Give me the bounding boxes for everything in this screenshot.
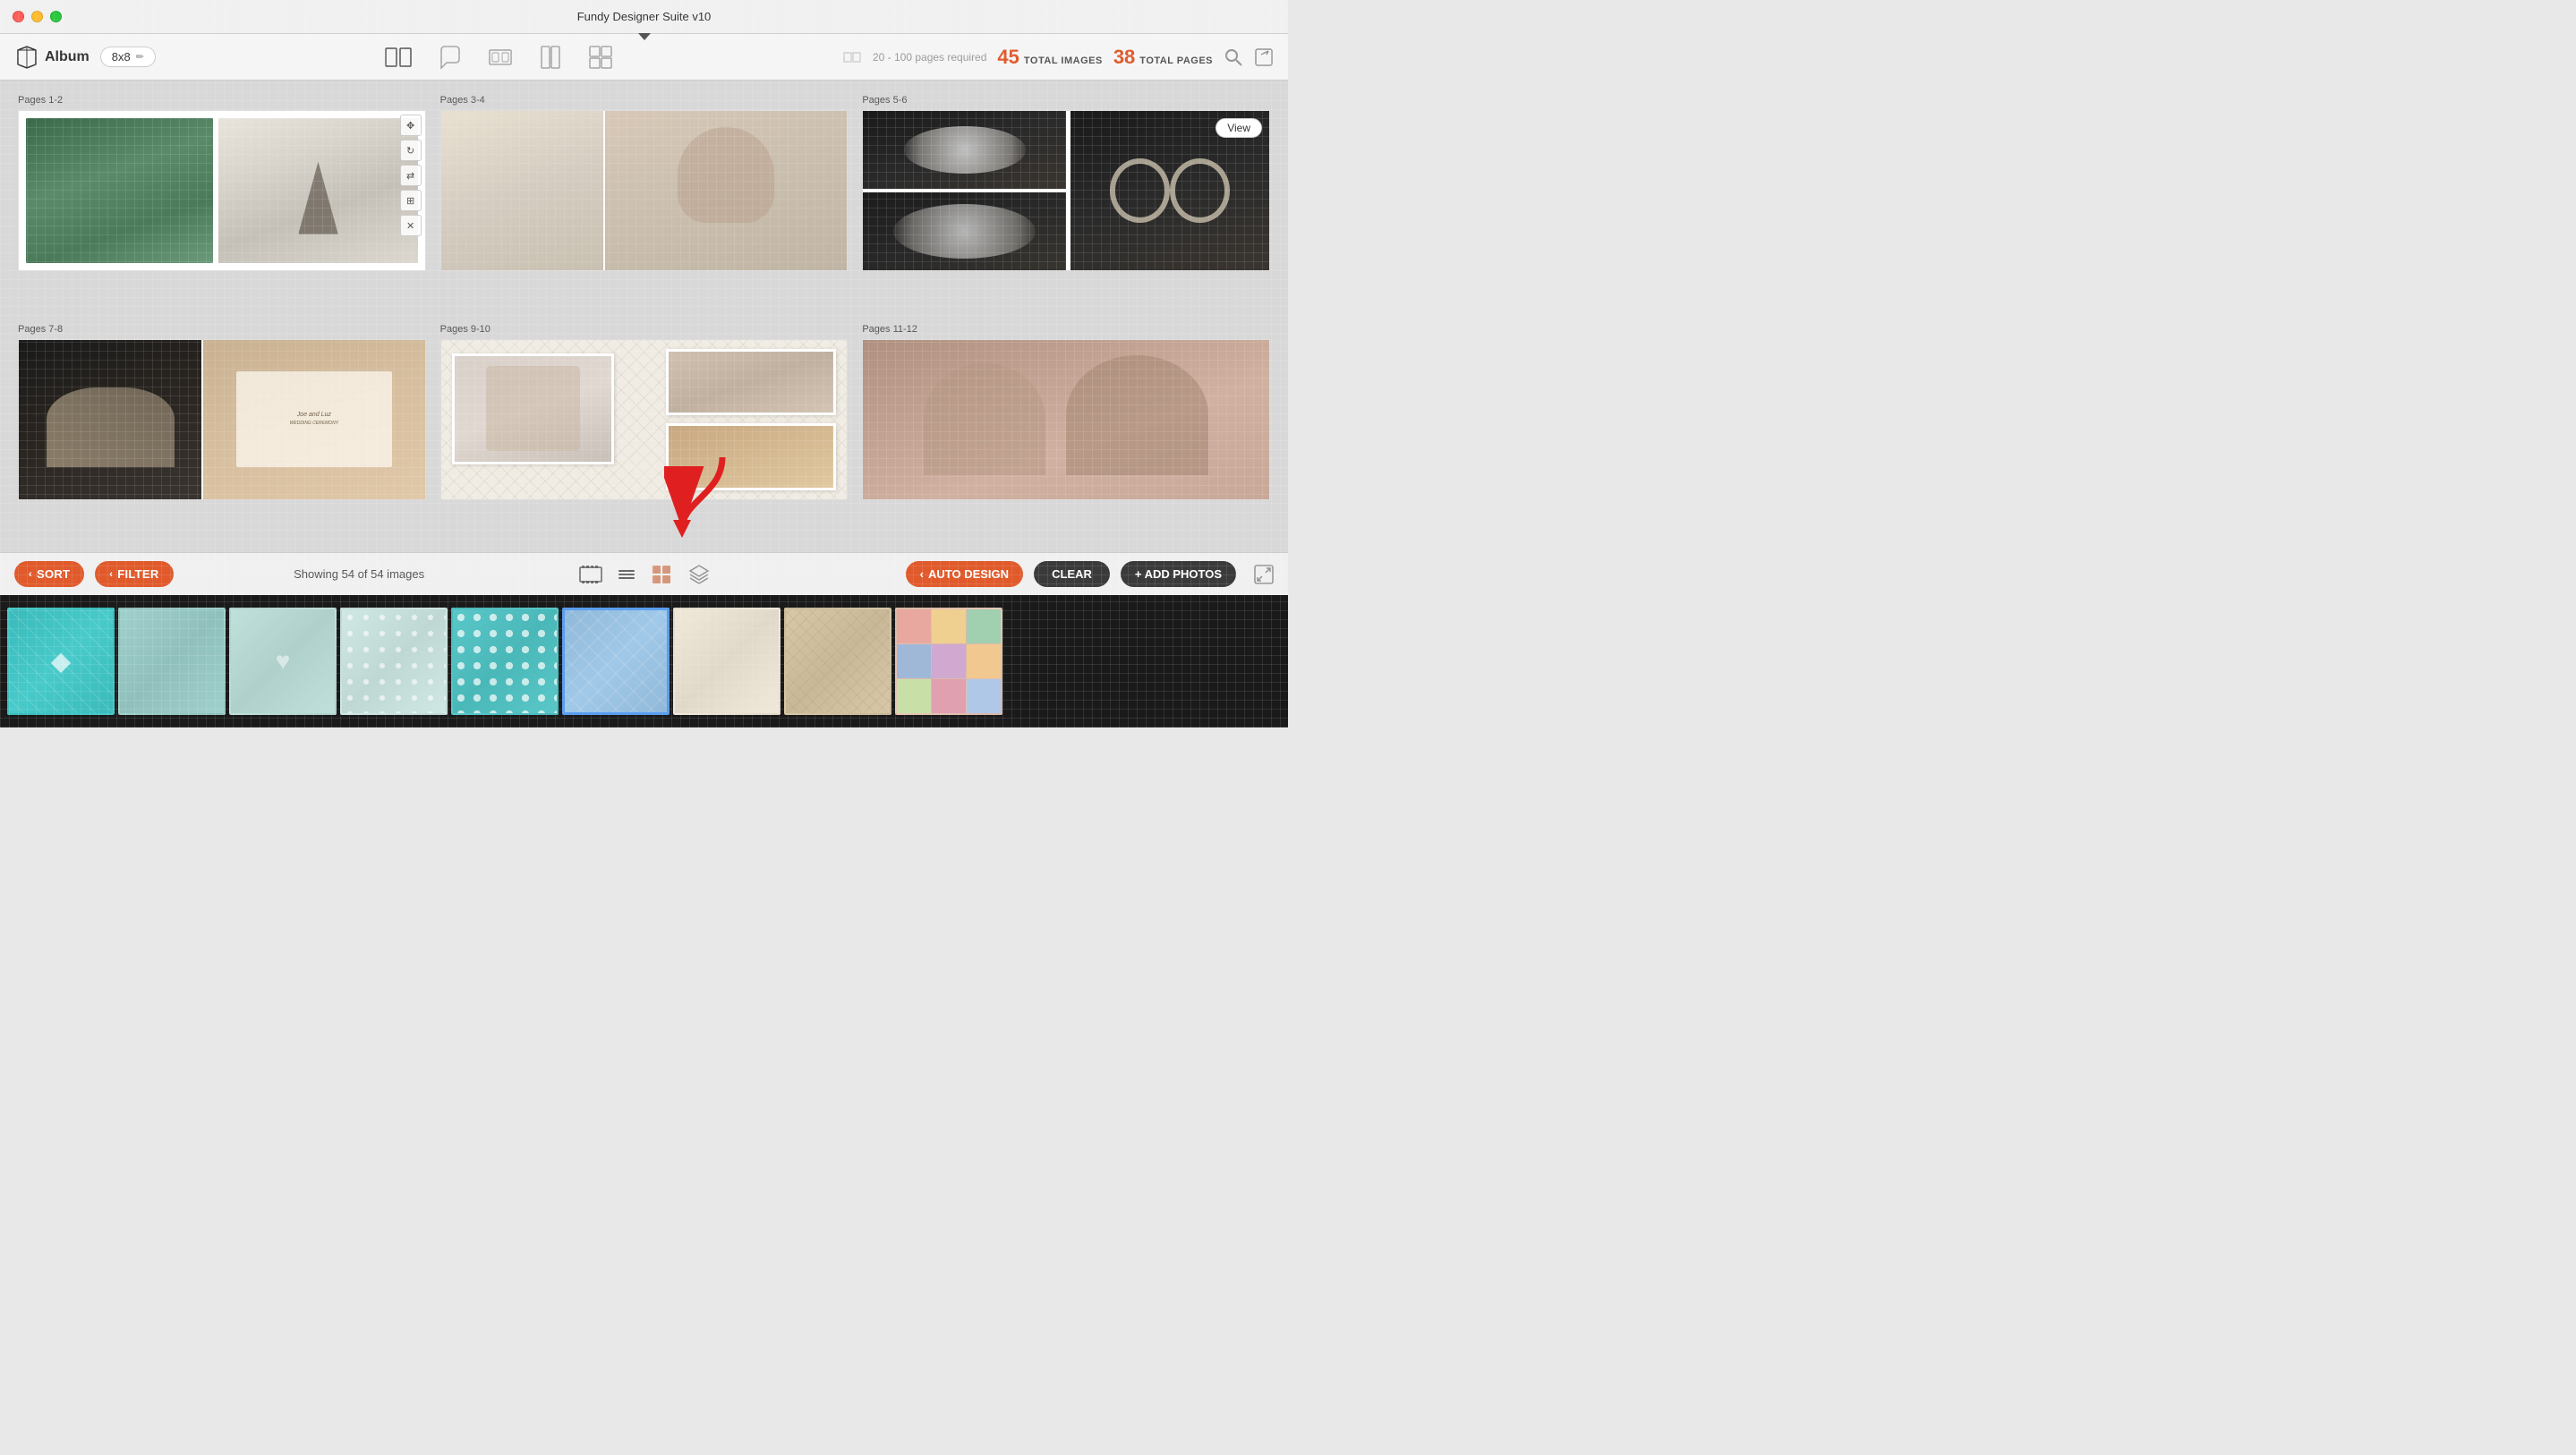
close-icon[interactable]: ✕ — [400, 215, 422, 236]
strip-photo-blue-damask[interactable] — [562, 608, 670, 715]
swap-icon[interactable]: ⇄ — [400, 165, 422, 186]
move-icon[interactable]: ✥ — [400, 115, 422, 136]
dropdown-arrow-icon — [638, 33, 651, 40]
grid-icon[interactable]: ⊞ — [400, 190, 422, 211]
strip-photo-beige-pattern[interactable] — [784, 608, 891, 715]
strip-photo-teal-hearts[interactable]: ♥ — [229, 608, 337, 715]
strip-photo-teal-dots-light[interactable] — [340, 608, 448, 715]
photo-strip[interactable]: ◆ ♥ — [0, 595, 1288, 728]
strip-photo-teal-dots[interactable] — [451, 608, 559, 715]
strip-photo-multicolor[interactable] — [895, 608, 1002, 715]
strip-photo-teal-weave[interactable] — [118, 608, 226, 715]
rotate-icon[interactable]: ↻ — [400, 140, 422, 161]
spread-controls: ✥ ↻ ⇄ ⊞ ✕ — [400, 115, 422, 236]
view-button[interactable]: View — [1215, 118, 1262, 138]
